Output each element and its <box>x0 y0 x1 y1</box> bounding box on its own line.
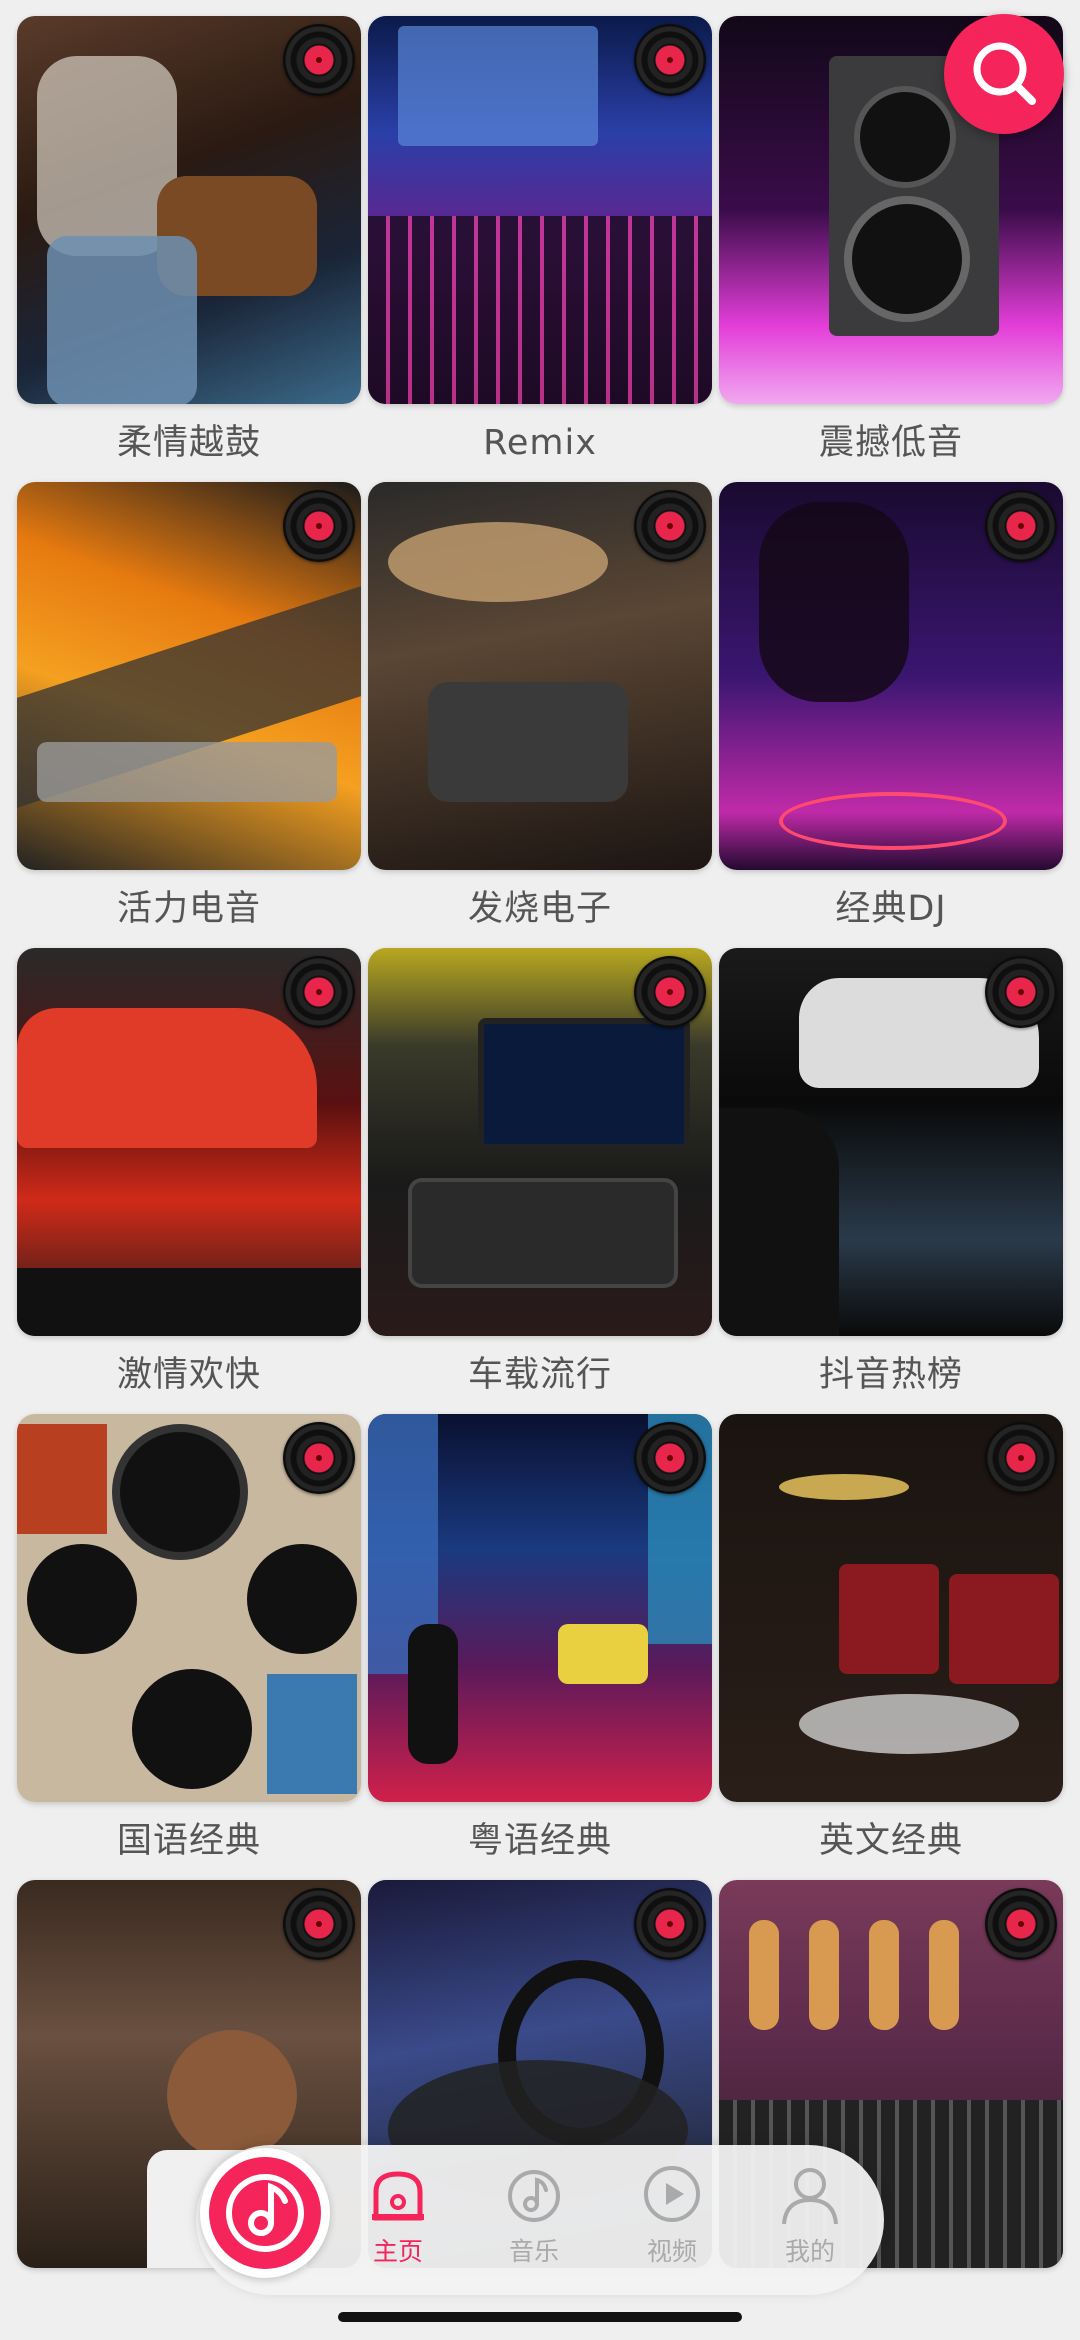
vinyl-icon <box>985 956 1057 1028</box>
category-card[interactable]: 发烧电子 <box>368 482 712 948</box>
vinyl-icon <box>634 956 706 1028</box>
profile-icon <box>782 2168 838 2225</box>
vinyl-icon <box>283 956 355 1028</box>
category-card[interactable]: 经典DJ <box>719 482 1063 948</box>
category-card[interactable]: 粤语经典 <box>368 1414 712 1880</box>
music-note-icon <box>226 2174 304 2252</box>
category-card[interactable]: 激情欢快 <box>17 948 361 1414</box>
tab-music[interactable]: 音乐 <box>474 2162 594 2268</box>
category-cover <box>368 16 712 404</box>
tab-label: 视频 <box>646 2237 697 2266</box>
category-label: 粤语经典 <box>467 1821 612 1861</box>
tab-home[interactable]: 主页 <box>338 2162 458 2268</box>
category-cover <box>368 948 712 1336</box>
category-cover <box>719 1414 1063 1802</box>
category-card[interactable]: 车载流行 <box>368 948 712 1414</box>
vinyl-icon <box>283 1422 355 1494</box>
tab-profile[interactable]: 我的 <box>750 2162 870 2268</box>
vinyl-icon <box>985 1422 1057 1494</box>
vinyl-icon <box>634 1888 706 1960</box>
tab-label: 我的 <box>784 2237 835 2266</box>
tab-label: 音乐 <box>508 2237 559 2266</box>
vinyl-icon <box>985 490 1057 562</box>
home-indicator <box>338 2312 742 2322</box>
home-icon <box>372 2171 424 2221</box>
vinyl-icon <box>283 24 355 96</box>
category-card[interactable]: 抖音热榜 <box>719 948 1063 1414</box>
category-cover <box>17 482 361 870</box>
category-label: 活力电音 <box>116 889 261 929</box>
category-card[interactable]: 活力电音 <box>17 482 361 948</box>
category-cover <box>719 948 1063 1336</box>
category-card[interactable]: 英文经典 <box>719 1414 1063 1880</box>
category-card[interactable]: 国语经典 <box>17 1414 361 1880</box>
category-cover <box>17 16 361 404</box>
category-cover <box>368 1414 712 1802</box>
vinyl-icon <box>634 1422 706 1494</box>
category-cover <box>368 482 712 870</box>
search-icon <box>973 42 1036 105</box>
vinyl-icon <box>634 490 706 562</box>
category-cover <box>17 948 361 1336</box>
category-label: Remix <box>483 423 597 463</box>
category-label: 国语经典 <box>116 1821 261 1861</box>
vinyl-icon <box>634 24 706 96</box>
category-label: 柔情越鼓 <box>116 423 261 463</box>
category-label: 震撼低音 <box>818 423 963 463</box>
video-icon <box>644 2166 700 2222</box>
tab-label: 主页 <box>372 2237 423 2266</box>
search-button[interactable] <box>944 14 1064 134</box>
tab-video[interactable]: 视频 <box>612 2162 732 2268</box>
music-icon <box>508 2170 560 2222</box>
category-cover <box>17 1414 361 1802</box>
category-card[interactable]: Remix <box>368 16 712 482</box>
vinyl-icon <box>985 1888 1057 1960</box>
music-player-button[interactable] <box>200 2148 330 2278</box>
category-cover <box>719 482 1063 870</box>
category-label: 车载流行 <box>467 1355 612 1395</box>
category-label: 激情欢快 <box>116 1355 261 1395</box>
vinyl-icon <box>283 1888 355 1960</box>
category-label: 英文经典 <box>818 1821 963 1861</box>
vinyl-icon <box>283 490 355 562</box>
category-card[interactable]: 柔情越鼓 <box>17 16 361 482</box>
category-label: 抖音热榜 <box>818 1355 963 1395</box>
category-label: 经典DJ <box>835 889 947 929</box>
category-label: 发烧电子 <box>467 889 612 929</box>
